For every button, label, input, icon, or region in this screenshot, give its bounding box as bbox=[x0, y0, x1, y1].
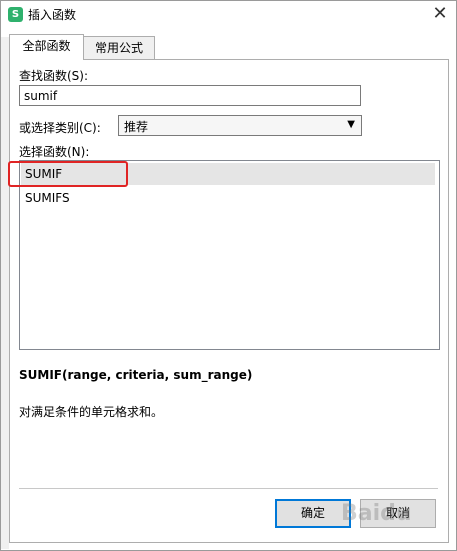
search-input[interactable] bbox=[19, 85, 361, 106]
divider bbox=[19, 488, 438, 489]
function-description: 对满足条件的单元格求和。 bbox=[19, 405, 164, 419]
close-icon[interactable]: ✕ bbox=[429, 4, 451, 24]
category-select[interactable]: 推荐 ▼ bbox=[118, 115, 362, 136]
ok-button[interactable]: 确定 bbox=[275, 499, 351, 528]
category-selected-value: 推荐 bbox=[124, 120, 149, 134]
category-label: 或选择类别(C): bbox=[19, 121, 101, 135]
dropdown-arrow-icon[interactable]: ▼ bbox=[347, 119, 355, 130]
dialog-title: 插入函数 bbox=[28, 8, 77, 22]
search-label: 查找函数(S): bbox=[19, 69, 89, 83]
tab-all-functions[interactable]: 全部函数 bbox=[9, 34, 84, 60]
tab-common-formulas[interactable]: 常用公式 bbox=[83, 36, 155, 59]
function-list-label: 选择函数(N): bbox=[19, 145, 90, 159]
function-signature: SUMIF(range, criteria, sum_range) bbox=[19, 368, 253, 382]
cancel-button[interactable]: 取消 bbox=[360, 499, 436, 528]
app-logo-icon: S bbox=[8, 7, 23, 22]
insert-function-dialog: S 插入函数 ✕ 全部函数 常用公式 查找函数(S): 或选择类别(C): 推荐… bbox=[0, 0, 457, 551]
function-item-sumif[interactable]: SUMIF bbox=[21, 163, 435, 185]
function-item-sumifs[interactable]: SUMIFS bbox=[21, 187, 435, 209]
function-list[interactable]: SUMIF SUMIFS bbox=[19, 160, 440, 350]
title-bar: S 插入函数 ✕ bbox=[1, 1, 456, 28]
background-strip bbox=[1, 37, 9, 549]
